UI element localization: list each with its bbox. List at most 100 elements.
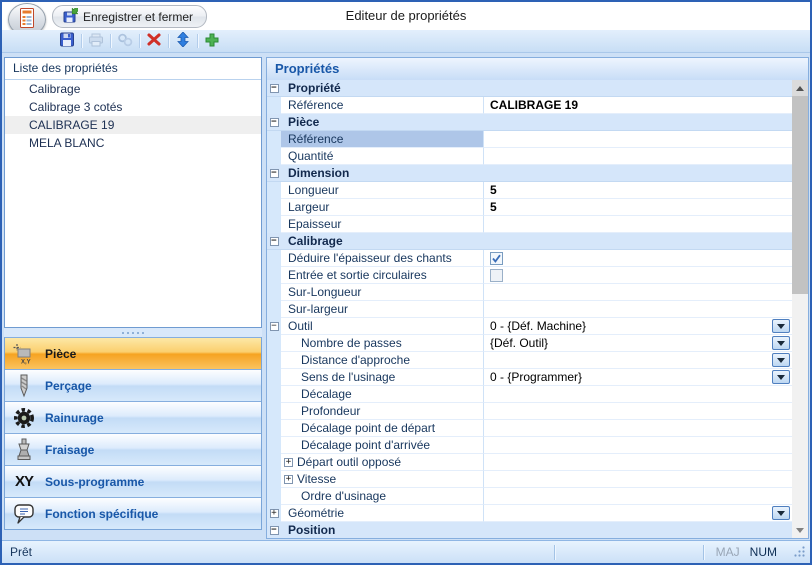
checkbox-unchecked-icon[interactable] (490, 269, 503, 282)
property-value-cell[interactable] (484, 403, 792, 420)
list-item[interactable]: CALIBRAGE 19 (5, 116, 261, 134)
toolbar-link-button[interactable] (114, 31, 136, 51)
property-row[interactable]: RéférenceCALIBRAGE 19 (267, 97, 792, 114)
property-row[interactable]: +Géométrie (267, 505, 792, 522)
nav-button-fonction-sp-cifique[interactable]: Fonction spécifique (5, 497, 261, 529)
dropdown-button[interactable] (772, 336, 790, 350)
property-row[interactable]: Décalage (267, 386, 792, 403)
property-name-cell[interactable]: Distance d'approche (281, 352, 484, 369)
property-row[interactable]: −Outil0 - {Déf. Machine} (267, 318, 792, 335)
collapse-toggle-icon[interactable]: − (270, 526, 279, 535)
property-section-row[interactable]: −Propriété (267, 80, 792, 97)
property-row[interactable]: Référence (267, 131, 792, 148)
property-row[interactable]: Sur-largeur (267, 301, 792, 318)
property-value-cell[interactable] (484, 420, 792, 437)
property-name-cell[interactable]: Référence (281, 131, 484, 148)
property-row[interactable]: Décalage point de départ (267, 420, 792, 437)
property-name-cell[interactable]: Epaisseur (281, 216, 484, 233)
list-item[interactable]: Calibrage 3 cotés (5, 98, 261, 116)
property-value-cell[interactable] (484, 267, 792, 284)
dropdown-button[interactable] (772, 319, 790, 333)
property-name-cell[interactable]: Profondeur (281, 403, 484, 420)
property-value-cell[interactable] (484, 216, 792, 233)
property-row[interactable]: Entrée et sortie circulaires (267, 267, 792, 284)
property-name-cell[interactable]: Entrée et sortie circulaires (281, 267, 484, 284)
property-name-cell[interactable]: +Vitesse (281, 471, 484, 488)
dropdown-button[interactable] (772, 506, 790, 520)
toolbar-print-button[interactable] (85, 31, 107, 51)
toolbar-move-up-down-button[interactable] (172, 31, 194, 51)
dropdown-button[interactable] (772, 370, 790, 384)
property-name-cell[interactable]: Décalage point de départ (281, 420, 484, 437)
scrollbar-thumb[interactable] (792, 96, 808, 294)
list-item[interactable]: MELA BLANC (5, 134, 261, 152)
nav-button-per-age[interactable]: Perçage (5, 369, 261, 401)
property-value-cell[interactable]: 5 (484, 199, 792, 216)
property-section-row[interactable]: −Position (267, 522, 792, 538)
property-value-cell[interactable] (484, 505, 792, 522)
property-value-cell[interactable] (484, 471, 792, 488)
property-value-cell[interactable]: 0 - {Déf. Machine} (484, 318, 792, 335)
list-item[interactable]: Calibrage (5, 80, 261, 98)
nav-button-fraisage[interactable]: Fraisage (5, 433, 261, 465)
collapse-toggle-icon[interactable]: − (270, 169, 279, 178)
property-value-cell[interactable] (484, 437, 792, 454)
property-section-row[interactable]: −Dimension (267, 165, 792, 182)
scroll-down-icon[interactable] (792, 522, 808, 538)
property-value-cell[interactable] (484, 250, 792, 267)
property-name-cell[interactable]: Ordre d'usinage (281, 488, 484, 505)
vertical-scrollbar[interactable] (792, 80, 808, 538)
toolbar-add-button[interactable] (201, 31, 223, 51)
property-section-row[interactable]: −Calibrage (267, 233, 792, 250)
save-and-close-button[interactable]: Enregistrer et fermer (52, 5, 207, 28)
scroll-up-icon[interactable] (792, 80, 808, 96)
property-value-cell[interactable] (484, 386, 792, 403)
property-name-cell[interactable]: Décalage point d'arrivée (281, 437, 484, 454)
property-row[interactable]: Nombre de passes{Déf. Outil} (267, 335, 792, 352)
property-value-cell[interactable] (484, 131, 792, 148)
property-row[interactable]: Largeur5 (267, 199, 792, 216)
collapse-toggle-icon[interactable]: − (270, 322, 279, 331)
collapse-toggle-icon[interactable]: − (270, 237, 279, 246)
property-row[interactable]: Sens de l'usinage0 - {Programmer} (267, 369, 792, 386)
property-row[interactable]: +Départ outil opposé (267, 454, 792, 471)
property-section-row[interactable]: −Pièce (267, 114, 792, 131)
property-name-cell[interactable]: Outil (281, 318, 484, 335)
property-name-cell[interactable]: +Départ outil opposé (281, 454, 484, 471)
property-row[interactable]: Epaisseur (267, 216, 792, 233)
panel-splitter[interactable] (4, 328, 262, 337)
property-value-cell[interactable] (484, 352, 792, 369)
property-name-cell[interactable]: Référence (281, 97, 484, 114)
collapse-toggle-icon[interactable]: − (270, 118, 279, 127)
property-row[interactable]: Profondeur (267, 403, 792, 420)
property-row[interactable]: Ordre d'usinage (267, 488, 792, 505)
property-row[interactable]: Sur-Longueur (267, 284, 792, 301)
resize-grip[interactable] (793, 545, 807, 559)
property-row[interactable]: Déduire l'épaisseur des chants (267, 250, 792, 267)
property-row[interactable]: +Vitesse (267, 471, 792, 488)
expand-toggle-icon[interactable]: + (284, 458, 293, 467)
nav-button-sous-programme[interactable]: XYSous-programme (5, 465, 261, 497)
property-value-cell[interactable]: {Déf. Outil} (484, 335, 792, 352)
property-value-cell[interactable]: CALIBRAGE 19 (484, 97, 792, 114)
property-row[interactable]: Décalage point d'arrivée (267, 437, 792, 454)
property-name-cell[interactable]: Sur-largeur (281, 301, 484, 318)
property-name-cell[interactable]: Sur-Longueur (281, 284, 484, 301)
property-name-cell[interactable]: Nombre de passes (281, 335, 484, 352)
expand-toggle-icon[interactable]: + (270, 509, 279, 518)
property-name-cell[interactable]: Longueur (281, 182, 484, 199)
property-value-cell[interactable]: 5 (484, 182, 792, 199)
nav-button-pi-ce[interactable]: X,YPièce (5, 337, 261, 369)
collapse-toggle-icon[interactable]: − (270, 84, 279, 93)
nav-button-rainurage[interactable]: Rainurage (5, 401, 261, 433)
property-row[interactable]: Distance d'approche (267, 352, 792, 369)
property-value-cell[interactable] (484, 301, 792, 318)
property-name-cell[interactable]: Déduire l'épaisseur des chants (281, 250, 484, 267)
checkbox-checked-icon[interactable] (490, 252, 503, 265)
toolbar-save-button[interactable] (56, 31, 78, 51)
property-name-cell[interactable]: Quantité (281, 148, 484, 165)
property-row[interactable]: Quantité (267, 148, 792, 165)
property-value-cell[interactable]: 0 - {Programmer} (484, 369, 792, 386)
property-name-cell[interactable]: Largeur (281, 199, 484, 216)
property-value-cell[interactable] (484, 488, 792, 505)
